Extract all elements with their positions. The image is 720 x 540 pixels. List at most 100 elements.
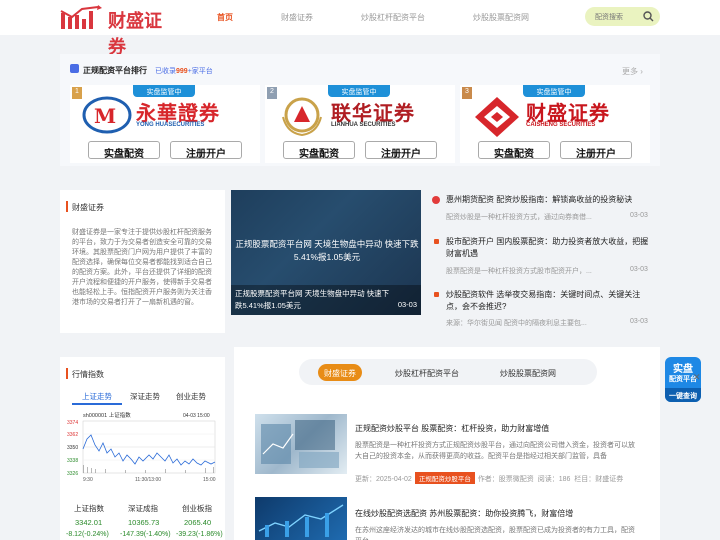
- svg-text:9:30: 9:30: [83, 477, 93, 483]
- title-accent: [66, 201, 68, 212]
- tab-leverage-platform[interactable]: 炒股杠杆配资平台: [382, 364, 472, 381]
- platform-ranking: 正规配资平台排行 已收录999+家平台 更多 › 1 M 实盘监管中 永華證券 …: [60, 54, 660, 166]
- tab-shenzhen[interactable]: 深证走势: [130, 391, 160, 402]
- tab-shanghai[interactable]: 上证走势: [82, 391, 112, 402]
- article-meta: 更新：2025-04-02 正规配资炒股平台 作者：股票微配资 阅读：186 栏目：…: [355, 472, 623, 484]
- platform-card-yonghua[interactable]: 1 M 实盘监管中 永華證券 YONG HUASECURITIES 实盘配资 注…: [70, 85, 260, 163]
- platform-card-caisheng[interactable]: 3 实盘监管中 财盛证券 CAISHENG SECURITIES 实盘配资 注册…: [460, 85, 650, 163]
- real-funding-button[interactable]: 实盘配资: [478, 141, 550, 160]
- ranking-icon: [70, 64, 79, 73]
- news-desc: 股票配资是一种杠杆投资方式股市配资开户，...: [446, 268, 592, 275]
- index-name: 深证成指: [128, 504, 158, 513]
- index-name: 创业板指: [182, 504, 212, 513]
- news-title[interactable]: 炒股配资软件 选举夜交易指南：关键时间点、关键关注点，会不会推迟?: [446, 289, 656, 313]
- article-column: 栏目：财盛证券: [574, 476, 624, 483]
- slider-date: 03-03: [397, 300, 417, 309]
- tab-caisheng[interactable]: 财盛证券: [318, 364, 362, 381]
- more-link[interactable]: 更多 ›: [622, 66, 643, 77]
- slider-caption-text[interactable]: 正规股票配资平台网 天境生物盘中异动 快速下跌5.41%报1.05美元: [235, 288, 395, 312]
- platform-en-name: CAISHENG SECURITIES: [526, 122, 596, 128]
- chart-image-icon: [258, 504, 344, 537]
- about-title: 财盛证券: [72, 203, 104, 212]
- article-reads: 阅读：186: [537, 476, 571, 483]
- yonghua-logo-icon: M: [82, 96, 132, 134]
- index-value: 10365.73: [128, 518, 160, 527]
- register-button[interactable]: 注册开户: [170, 141, 242, 160]
- regulated-tag: 实盘监管中: [523, 85, 585, 97]
- news-desc: 来源：华尔街见闻 配资中的隔夜利息主要包...: [446, 320, 587, 327]
- logo-text: 财盛证券: [108, 11, 162, 58]
- hot-icon: [432, 196, 440, 204]
- svg-text:M: M: [94, 104, 116, 128]
- bullet-icon: [434, 292, 439, 297]
- rank-badge: 3: [462, 87, 472, 99]
- nav-home[interactable]: 首页: [217, 12, 233, 23]
- ranking-title: 正规配资平台排行: [83, 66, 147, 75]
- register-button[interactable]: 注册开户: [365, 141, 437, 160]
- index-name: 上证指数: [74, 504, 104, 513]
- article-list: 财盛证券 炒股杠杆配资平台 炒股股票配资网 正规配资炒股平台 股票配资：杠杆投资…: [234, 347, 660, 540]
- news-date: 03-03: [630, 318, 648, 325]
- close-icon[interactable]: ✕: [693, 372, 701, 383]
- regulated-tag: 实盘监管中: [133, 85, 195, 97]
- chevron-right-icon: ›: [640, 67, 643, 76]
- search-input[interactable]: 配资搜索: [595, 12, 623, 22]
- news-title[interactable]: 惠州期货配资 配资炒股指南：解锁高收益的投资秘诀: [446, 194, 656, 206]
- article-author: 作者：股票微配资: [477, 476, 534, 483]
- lianhua-logo-icon: [282, 97, 322, 137]
- header: 财盛证券 首页 财盛证券 炒股杠杆配资平台 炒股股票配资网 配资搜索: [0, 0, 720, 58]
- platform-en-name: YONG HUASECURITIES: [136, 122, 205, 128]
- real-funding-button[interactable]: 实盘配资: [88, 141, 160, 160]
- news-date: 03-03: [630, 266, 648, 273]
- article-title[interactable]: 正规配资炒股平台 股票配资：杠杆投资，助力财富增值: [355, 423, 549, 434]
- article-title[interactable]: 在线炒股配资选配资 苏州股票配资：助你投资腾飞，财富倍增: [355, 508, 573, 519]
- site-logo[interactable]: 财盛证券: [60, 5, 170, 58]
- news-date: 03-03: [630, 212, 648, 219]
- nav-leverage-platform[interactable]: 炒股杠杆配资平台: [361, 12, 425, 23]
- nav-caisheng[interactable]: 财盛证券: [281, 12, 313, 23]
- article-excerpt: 在苏州这座经济发达的城市在线炒股配资选配资，股票配资已成为投资者的有力工具，配资…: [355, 527, 635, 540]
- search-box[interactable]: 配资搜索: [585, 7, 660, 26]
- rank-badge: 1: [72, 87, 82, 99]
- index-change: -8.12(-0.24%): [66, 531, 109, 538]
- article-excerpt: 股票配资是一种杠杆投资方式正规配资炒股平台，通过向配资公司借入资金，投资者可以放…: [355, 442, 635, 460]
- market-index-box: 行情指数 上证走势 深证走势 创业走势 sh000001 上证指数 04-03 …: [60, 357, 225, 540]
- about-text: 财盛证券是一家专注于提供炒股杠杆配资服务的平台，致力于为交易者创造安全可靠的交易…: [72, 229, 212, 306]
- regulated-tag: 实盘监管中: [328, 85, 390, 97]
- chart-time: 04-03 15:00: [183, 413, 210, 419]
- register-button[interactable]: 注册开户: [560, 141, 632, 160]
- nav-stock-funding[interactable]: 炒股股票配资网: [473, 12, 529, 23]
- search-icon[interactable]: [643, 11, 654, 22]
- index-value: 3342.01: [75, 518, 103, 527]
- platform-en-name: LIANHUA SECURITIES: [331, 122, 396, 128]
- category-tabs: 财盛证券 炒股杠杆配资平台 炒股股票配资网: [299, 359, 597, 385]
- index-value: 2065.40: [184, 518, 212, 527]
- news-desc: 配资炒股是一种杠杆投资方式，通过向券商借...: [446, 214, 592, 221]
- news-slider[interactable]: 正规股票配资平台网 天境生物盘中异动 快速下跌5.41%报1.05美元 正规股票…: [231, 190, 421, 315]
- article-thumbnail[interactable]: [255, 497, 347, 540]
- svg-text:3374: 3374: [67, 420, 78, 426]
- svg-text:11:30/13:00: 11:30/13:00: [135, 477, 161, 483]
- ranking-subtitle: 已收录999+家平台: [155, 68, 213, 75]
- bullet-icon: [434, 239, 439, 244]
- index-change: -39.23(-1.86%): [176, 531, 223, 538]
- tab-chinext[interactable]: 创业走势: [176, 391, 206, 402]
- platform-card-lianhua[interactable]: 2 实盘监管中 联华证券 LIANHUA SECURITIES 实盘配资 注册开…: [265, 85, 455, 163]
- slider-headline: 正规股票配资平台网 天境生物盘中异动 快速下跌5.41%报1.05美元: [235, 239, 419, 262]
- article-date: 更新：2025-04-02: [355, 476, 412, 483]
- news-title[interactable]: 股市配资开户 国内股票配资：助力投资者放大收益，把握财富机遇: [446, 236, 656, 260]
- tab-stock-funding[interactable]: 炒股股票配资网: [484, 364, 572, 381]
- rank-badge: 2: [267, 87, 277, 99]
- caisheng-logo-icon: [475, 97, 519, 137]
- logo-chart-icon: [60, 5, 102, 29]
- title-accent: [66, 368, 68, 379]
- market-title: 行情指数: [72, 370, 104, 379]
- article-tag[interactable]: 正规配资炒股平台: [414, 472, 475, 484]
- article-thumbnail[interactable]: [255, 414, 347, 474]
- real-funding-button[interactable]: 实盘配资: [283, 141, 355, 160]
- svg-text:3362: 3362: [67, 432, 78, 438]
- chart-label: sh000001 上证指数: [83, 411, 131, 419]
- index-chart: sh000001 上证指数 04-03 15:00 3374 3362 3350…: [67, 411, 216, 483]
- svg-text:3350: 3350: [67, 445, 78, 451]
- index-change: -147.39(-1.40%): [120, 531, 171, 538]
